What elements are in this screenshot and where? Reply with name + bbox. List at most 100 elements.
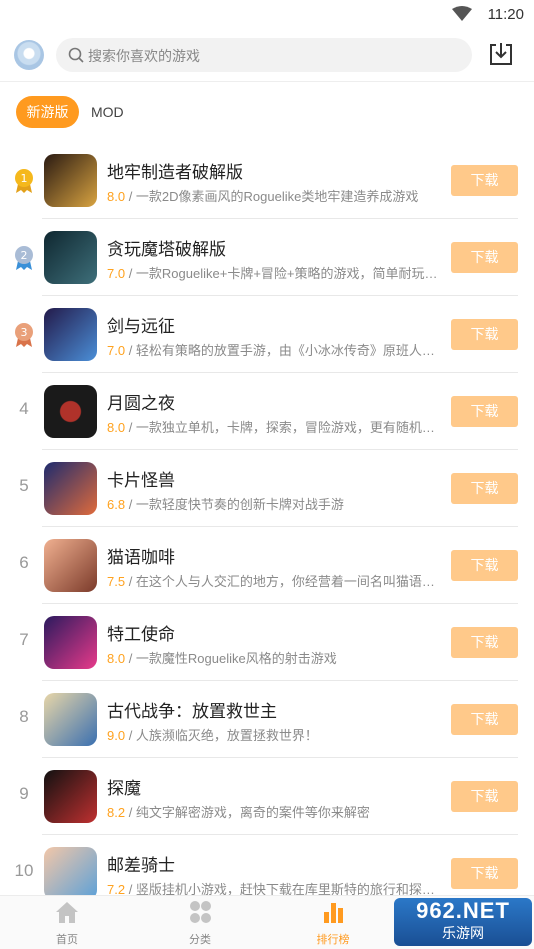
download-button[interactable]: 下载 <box>451 704 518 735</box>
download-button[interactable]: 下载 <box>451 550 518 581</box>
ranking-icon <box>324 903 343 923</box>
game-icon[interactable] <box>44 385 97 438</box>
tab-new-games[interactable]: 新游版 <box>16 96 79 128</box>
site-watermark-logo: 962.NET 乐游网 <box>394 898 532 946</box>
game-icon[interactable] <box>44 462 97 515</box>
game-meta: 9.0 / 人族濒临灭绝，放置拯救世界！ <box>107 728 318 743</box>
game-icon[interactable] <box>44 231 97 284</box>
wifi-icon <box>452 6 472 21</box>
game-icon[interactable] <box>44 770 97 823</box>
download-button[interactable]: 下载 <box>451 473 518 504</box>
game-desc: 在这个人与人交汇的地方，你经营着一间名叫猫语… <box>135 574 435 589</box>
game-icon[interactable] <box>44 616 97 669</box>
game-score: 8.0 <box>107 420 126 435</box>
game-desc: 一款轻度快节奏的创新卡牌对战手游 <box>135 497 344 512</box>
download-button[interactable]: 下载 <box>451 396 518 427</box>
download-button[interactable]: 下载 <box>451 319 518 350</box>
game-score: 8.0 <box>107 189 126 204</box>
game-score: 7.5 <box>107 574 126 589</box>
game-name: 特工使命 <box>107 625 175 644</box>
category-icon <box>190 901 211 923</box>
search-input[interactable]: 搜索你喜欢的游戏 <box>56 38 472 72</box>
game-name: 贪玩魔塔破解版 <box>107 240 226 259</box>
download-button[interactable]: 下载 <box>451 165 518 196</box>
gold-medal-icon: 1 <box>15 169 33 193</box>
game-score: 7.0 <box>107 266 126 281</box>
list-item[interactable]: 9 探魔 8.2 / 纯文字解密游戏，离奇的案件等你来解密 下载 <box>0 758 534 835</box>
nav-home-label: 首页 <box>56 934 78 946</box>
game-meta: 8.0 / 一款魔性Roguelike风格的射击游戏 <box>107 651 337 666</box>
list-item[interactable]: 7 特工使命 8.0 / 一款魔性Roguelike风格的射击游戏 下载 <box>0 604 534 681</box>
silver-medal-icon: 2 <box>15 246 33 270</box>
top-bar: 搜索你喜欢的游戏 <box>0 30 534 82</box>
rank-number: 10 <box>14 861 34 880</box>
watermark-bottom-text: 乐游网 <box>442 925 484 941</box>
svg-text:2: 2 <box>21 249 28 262</box>
game-meta: 8.0 / 一款独立单机，卡牌，探索，冒险游戏，更有随机… <box>107 420 435 435</box>
download-button[interactable]: 下载 <box>451 858 518 889</box>
game-score: 6.8 <box>107 497 126 512</box>
game-icon[interactable] <box>44 539 97 592</box>
game-desc: 一款Roguelike+卡牌+冒险+策略的游戏，简单耐玩… <box>135 266 438 281</box>
game-desc: 一款魔性Roguelike风格的射击游戏 <box>135 651 337 666</box>
home-icon <box>56 902 78 923</box>
game-icon[interactable] <box>44 693 97 746</box>
game-name: 探魔 <box>107 779 141 798</box>
svg-text:1: 1 <box>21 172 28 185</box>
game-meta: 6.8 / 一款轻度快节奏的创新卡牌对战手游 <box>107 497 344 512</box>
game-icon[interactable] <box>44 308 97 361</box>
game-desc: 人族濒临灭绝，放置拯救世界！ <box>135 728 318 743</box>
rank-number: 8 <box>19 707 29 726</box>
game-meta: 7.5 / 在这个人与人交汇的地方，你经营着一间名叫猫语… <box>107 574 435 589</box>
game-name: 月圆之夜 <box>107 394 175 413</box>
list-item[interactable]: 3 剑与远征 7.0 / 轻松有策略的放置手游，由《小冰冰传奇》原班人… 下载 <box>0 296 534 373</box>
list-item[interactable]: 4 月圆之夜 8.0 / 一款独立单机，卡牌，探索，冒险游戏，更有随机… 下载 <box>0 373 534 450</box>
game-meta: 7.0 / 一款Roguelike+卡牌+冒险+策略的游戏，简单耐玩… <box>107 266 438 281</box>
download-button[interactable]: 下载 <box>451 627 518 658</box>
download-manager-icon[interactable] <box>488 41 514 67</box>
status-bar: 11:20 <box>0 0 534 30</box>
game-meta: 8.2 / 纯文字解密游戏，离奇的案件等你来解密 <box>107 805 370 820</box>
nav-category[interactable]: 分类 <box>160 900 240 947</box>
list-item[interactable]: 1 地牢制造者破解版 8.0 / 一款2D像素画风的Roguelike类地牢建造… <box>0 142 534 219</box>
search-icon <box>68 47 84 63</box>
game-desc: 一款2D像素画风的Roguelike类地牢建造养成游戏 <box>135 189 419 204</box>
game-meta: 7.0 / 轻松有策略的放置手游，由《小冰冰传奇》原班人… <box>107 343 435 358</box>
game-name: 卡片怪兽 <box>107 471 175 490</box>
game-name: 邮差骑士 <box>107 856 175 875</box>
watermark-top-text: 962.NET <box>416 898 510 923</box>
search-placeholder: 搜索你喜欢的游戏 <box>88 48 200 64</box>
svg-text:3: 3 <box>21 326 28 339</box>
download-button[interactable]: 下载 <box>451 781 518 812</box>
rank-number: 7 <box>19 630 29 649</box>
game-score: 8.0 <box>107 651 126 666</box>
download-button[interactable]: 下载 <box>451 242 518 273</box>
game-desc: 轻松有策略的放置手游，由《小冰冰传奇》原班人… <box>135 343 435 358</box>
tab-mod[interactable]: MOD <box>91 96 124 128</box>
nav-ranking[interactable]: 排行榜 <box>293 900 373 947</box>
game-desc: 纯文字解密游戏，离奇的案件等你来解密 <box>135 805 370 820</box>
game-name: 古代战争：放置救世主 <box>107 702 277 721</box>
bronze-medal-icon: 3 <box>15 323 33 347</box>
game-meta: 8.0 / 一款2D像素画风的Roguelike类地牢建造养成游戏 <box>107 189 419 204</box>
status-time: 11:20 <box>487 6 524 23</box>
list-item[interactable]: 2 贪玩魔塔破解版 7.0 / 一款Roguelike+卡牌+冒险+策略的游戏，… <box>0 219 534 296</box>
game-icon[interactable] <box>44 154 97 207</box>
rank-number: 4 <box>19 399 29 418</box>
rank-number: 9 <box>19 784 29 803</box>
game-desc: 一款独立单机，卡牌，探索，冒险游戏，更有随机… <box>135 420 435 435</box>
game-icon[interactable] <box>44 847 97 900</box>
nav-category-label: 分类 <box>189 934 211 946</box>
nav-home[interactable]: 首页 <box>27 900 107 947</box>
game-score: 9.0 <box>107 728 126 743</box>
game-name: 剑与远征 <box>107 317 175 336</box>
rank-number: 6 <box>19 553 29 572</box>
game-name: 猫语咖啡 <box>107 548 175 567</box>
list-item[interactable]: 8 古代战争：放置救世主 9.0 / 人族濒临灭绝，放置拯救世界！ 下载 <box>0 681 534 758</box>
list-item[interactable]: 5 卡片怪兽 6.8 / 一款轻度快节奏的创新卡牌对战手游 下载 <box>0 450 534 527</box>
rank-number: 5 <box>19 476 29 495</box>
avatar[interactable] <box>14 40 44 70</box>
list-item[interactable]: 6 猫语咖啡 7.5 / 在这个人与人交汇的地方，你经营着一间名叫猫语… 下载 <box>0 527 534 604</box>
game-name: 地牢制造者破解版 <box>107 163 243 182</box>
nav-ranking-label: 排行榜 <box>316 934 350 946</box>
